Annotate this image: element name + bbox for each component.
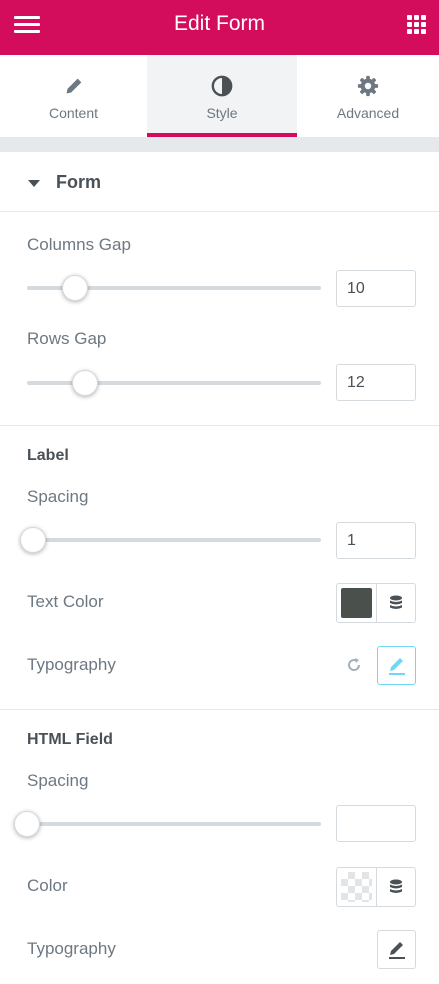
contrast-icon (211, 75, 233, 97)
html-field-section-title: HTML Field (27, 731, 113, 748)
section-divider (0, 425, 439, 426)
form-section-title: Form (56, 172, 101, 192)
top-bar: Edit Form (0, 0, 439, 55)
label-spacing-label: Spacing (27, 487, 89, 506)
rows-gap-slider[interactable] (27, 370, 321, 396)
tab-style[interactable]: Style (147, 55, 297, 139)
control-separator (376, 868, 377, 906)
color-swatch[interactable] (341, 872, 372, 902)
label-spacing-slider-handle[interactable] (20, 527, 46, 553)
rows-gap-slider-handle[interactable] (72, 370, 98, 396)
columns-gap-input[interactable] (336, 270, 416, 307)
page-title: Edit Form (173, 12, 265, 35)
rows-gap-label: Rows Gap (27, 329, 107, 348)
form-section-toggle[interactable]: Form (0, 152, 439, 212)
columns-gap-label: Columns Gap (27, 235, 131, 254)
panel-tabs: Content Style Advanced (0, 55, 439, 139)
pencil-icon (389, 658, 405, 675)
caret-down-icon (28, 180, 40, 187)
rows-gap-input[interactable] (336, 364, 416, 401)
global-database-icon[interactable] (387, 594, 405, 612)
tab-advanced-label: Advanced (336, 105, 400, 121)
grid-icon[interactable] (407, 15, 427, 35)
columns-gap-slider[interactable] (27, 275, 321, 301)
html-typography-edit-button[interactable] (377, 930, 416, 969)
columns-gap-slider-handle[interactable] (62, 275, 88, 301)
label-spacing-slider[interactable] (20, 527, 321, 553)
text-color-control (336, 583, 416, 623)
color-control (336, 867, 416, 907)
html-typography-label: Typography (27, 939, 116, 958)
global-database-icon[interactable] (387, 878, 405, 896)
text-color-label: Text Color (27, 592, 104, 611)
label-spacing-input[interactable] (336, 522, 416, 559)
tabs-divider (0, 137, 439, 152)
color-label: Color (27, 876, 68, 895)
tab-style-label: Style (206, 105, 238, 121)
html-spacing-label: Spacing (27, 771, 89, 790)
html-spacing-input[interactable] (336, 805, 416, 842)
tab-content[interactable]: Content (0, 55, 147, 139)
html-spacing-slider[interactable] (14, 811, 321, 837)
section-divider (0, 709, 439, 710)
label-typography-edit-button[interactable] (377, 646, 416, 685)
gear-icon (357, 75, 379, 97)
text-color-swatch[interactable] (341, 588, 372, 618)
label-section-title: Label (27, 447, 69, 464)
pencil-icon (66, 78, 81, 94)
tab-content-label: Content (48, 105, 99, 121)
html-spacing-slider-handle[interactable] (14, 811, 40, 837)
pencil-icon (389, 942, 405, 959)
tab-advanced[interactable]: Advanced (297, 55, 439, 139)
reset-icon[interactable] (345, 656, 363, 674)
label-typography-label: Typography (27, 655, 116, 674)
control-separator (376, 584, 377, 622)
